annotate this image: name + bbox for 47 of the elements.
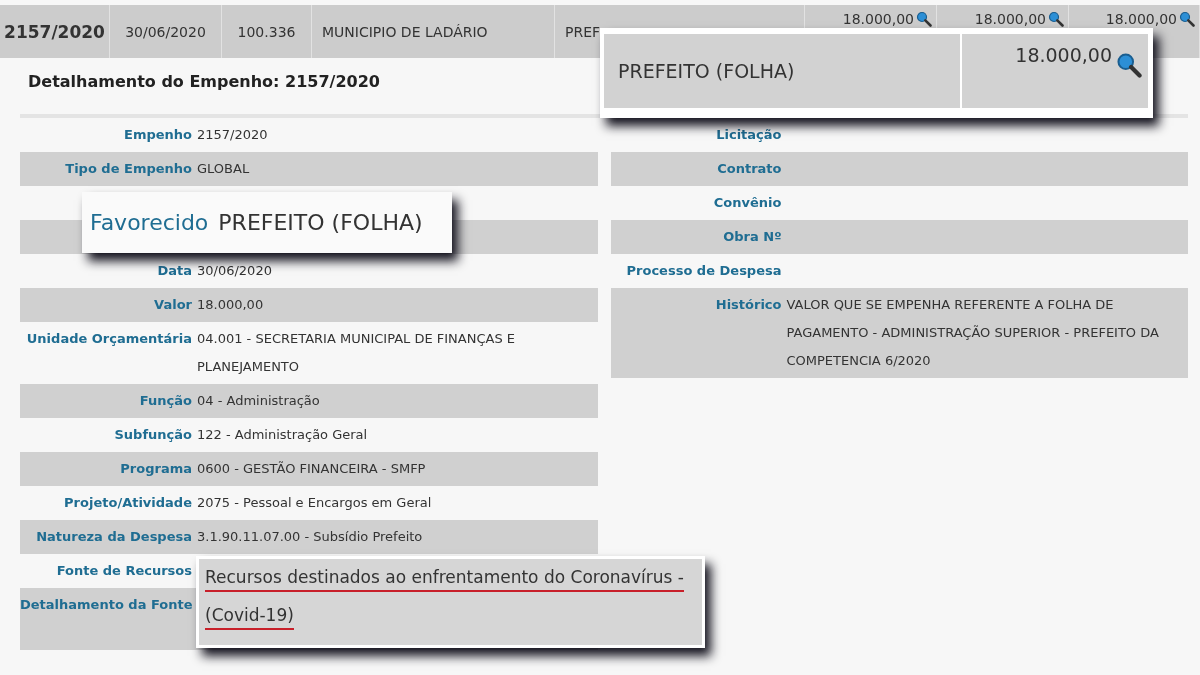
field-label: Subfunção xyxy=(114,427,192,442)
field-value: 2075 - Pessoal e Encargos em Geral xyxy=(197,495,432,510)
field-label: Programa xyxy=(120,461,192,476)
field-label: Convênio xyxy=(713,195,782,210)
field-value: PREFEITO (FOLHA) xyxy=(218,210,423,235)
field-value: 2157/2020 xyxy=(197,127,268,142)
field-value: 30/06/2020 xyxy=(197,263,272,278)
field-label: Projeto/Atividade xyxy=(64,495,192,510)
search-icon[interactable] xyxy=(1179,11,1195,27)
field-value: GLOBAL xyxy=(197,161,250,176)
field-label: Obra Nº xyxy=(723,229,782,244)
search-icon[interactable] xyxy=(1116,52,1142,78)
section-title: Detalhamento do Empenho: 2157/2020 xyxy=(28,72,380,91)
field-label: Valor xyxy=(154,297,192,312)
field-label: Natureza da Despesa xyxy=(36,529,192,544)
table-cell: MUNICIPIO DE LADÁRIO xyxy=(312,5,555,58)
field-label: Data xyxy=(157,263,192,278)
field-label: Função xyxy=(139,393,192,408)
table-cell: 100.336 xyxy=(222,5,312,58)
field-value: 122 - Administração Geral xyxy=(197,427,368,442)
amount-text: 18.000,00 xyxy=(1105,11,1177,27)
field-value: 3.1.90.11.07.00 - Subsídio Prefeito xyxy=(197,529,423,544)
amount-text: 18.000,00 xyxy=(842,11,914,27)
field-label: Processo de Despesa xyxy=(626,263,782,278)
table-cell: PREFEITO (FOLHA) xyxy=(604,34,960,108)
field-label: Fonte de Recursos xyxy=(56,563,192,578)
field-label: Favorecido xyxy=(90,210,209,235)
field-label: Detalhamento da Fonte xyxy=(20,597,193,612)
search-icon[interactable] xyxy=(916,11,932,27)
field-label: Tipo de Empenho xyxy=(65,161,192,176)
text-line: (Covid-19) xyxy=(205,605,294,630)
field-label: Contrato xyxy=(717,161,782,176)
text-line: Recursos destinados ao enfrentamento do Coronavírus - xyxy=(205,567,684,592)
field-label: Licitação xyxy=(716,127,782,142)
field-label: Histórico xyxy=(715,297,782,312)
field-value: VALOR QUE SE EMPENHA REFERENTE A FOLHA DE PAGAMENTO - ADMINISTRAÇÃO SUPERIOR - PREFEITO DA COMPETENCIA 6/2020 xyxy=(786,297,1159,368)
field-value: 0600 - GESTÃO FINANCEIRA - SMFP xyxy=(197,461,426,476)
table-cell: 2157/2020 xyxy=(0,5,110,58)
amount-text: 18.000,00 xyxy=(1015,44,1112,66)
field-value: 18.000,00 xyxy=(197,297,264,312)
field-value: 04 - Administração xyxy=(197,393,320,408)
field-label: Empenho xyxy=(124,127,192,142)
field-label: Unidade Orçamentária xyxy=(26,331,192,346)
field-value: 04.001 - SECRETARIA MUNICIPAL DE FINANÇAS E PLANEJAMENTO xyxy=(197,331,515,374)
amount-text: 18.000,00 xyxy=(974,11,1046,27)
table-cell: 30/06/2020 xyxy=(110,5,222,58)
search-icon[interactable] xyxy=(1048,11,1064,27)
